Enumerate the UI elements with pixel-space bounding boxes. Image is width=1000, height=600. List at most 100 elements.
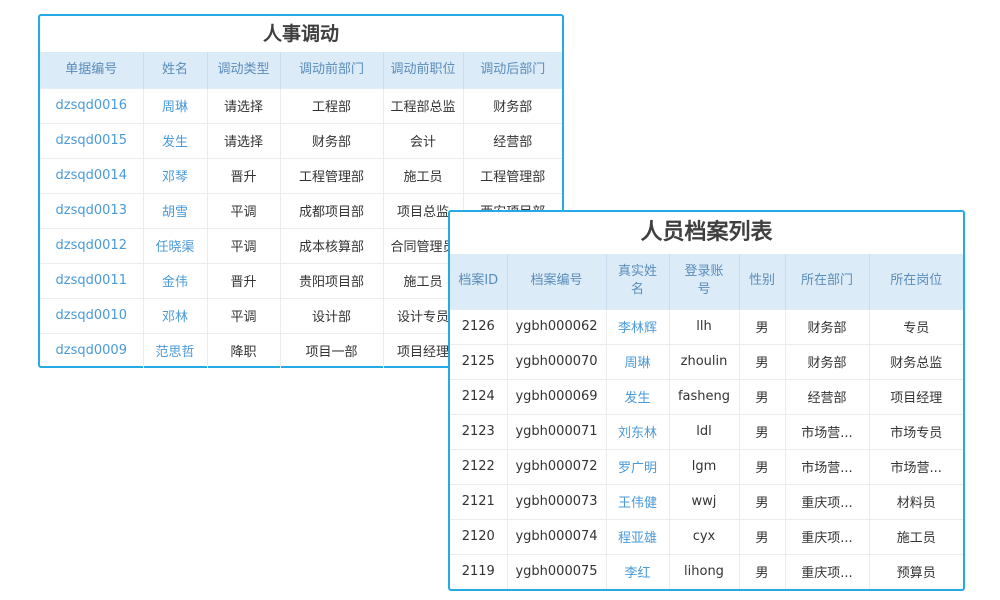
cell: 项目经理 bbox=[869, 379, 963, 414]
link-cell[interactable]: 周琳 bbox=[143, 88, 207, 123]
cell: lihong bbox=[669, 554, 739, 589]
link-cell[interactable]: 发生 bbox=[606, 379, 669, 414]
link-cell[interactable]: dzsqd0014 bbox=[40, 158, 143, 193]
cell: lgm bbox=[669, 449, 739, 484]
table-row: 2124ygbh000069发生fasheng男经营部项目经理 bbox=[450, 379, 963, 414]
cell: 平调 bbox=[207, 228, 280, 263]
cell: 晋升 bbox=[207, 263, 280, 298]
table-row: dzsqd0015发生请选择财务部会计经营部 bbox=[40, 123, 562, 158]
link-cell[interactable]: 程亚雄 bbox=[606, 519, 669, 554]
cell: 市场专员 bbox=[869, 414, 963, 449]
cell: 工程部 bbox=[280, 88, 383, 123]
cell: 经营部 bbox=[463, 123, 562, 158]
column-header-label: 姓名 bbox=[162, 62, 188, 77]
column-header: 档案编号 bbox=[507, 254, 606, 309]
cell: 成本核算部 bbox=[280, 228, 383, 263]
cell: 经营部 bbox=[785, 379, 869, 414]
column-header-label: 调动前部门 bbox=[299, 62, 364, 77]
link-cell[interactable]: 胡雪 bbox=[143, 193, 207, 228]
column-header-label: 登录账号 bbox=[684, 263, 725, 299]
cell: 2121 bbox=[450, 484, 507, 519]
cell: ygbh000074 bbox=[507, 519, 606, 554]
link-cell[interactable]: dzsqd0009 bbox=[40, 333, 143, 368]
cell: wwj bbox=[669, 484, 739, 519]
cell: 2120 bbox=[450, 519, 507, 554]
cell: 男 bbox=[739, 484, 785, 519]
table-row: 2126ygbh000062李林辉llh男财务部专员 bbox=[450, 309, 963, 344]
column-header-label: 调动类型 bbox=[217, 62, 269, 77]
table-row: 2122ygbh000072罗广明lgm男市场营...市场营... bbox=[450, 449, 963, 484]
link-cell[interactable]: 王伟健 bbox=[606, 484, 669, 519]
link-cell[interactable]: dzsqd0012 bbox=[40, 228, 143, 263]
cell: 重庆项... bbox=[785, 554, 869, 589]
cell: 男 bbox=[739, 414, 785, 449]
table-row: 2119ygbh000075李红lihong男重庆项...预算员 bbox=[450, 554, 963, 589]
link-cell[interactable]: 金伟 bbox=[143, 263, 207, 298]
link-cell[interactable]: 任晓渠 bbox=[143, 228, 207, 263]
cell: 2124 bbox=[450, 379, 507, 414]
cell: 男 bbox=[739, 344, 785, 379]
cell: llh bbox=[669, 309, 739, 344]
link-cell[interactable]: 罗广明 bbox=[606, 449, 669, 484]
cell: 男 bbox=[739, 309, 785, 344]
link-cell[interactable]: dzsqd0010 bbox=[40, 298, 143, 333]
cell: 2119 bbox=[450, 554, 507, 589]
column-header-label: 调动后部门 bbox=[480, 62, 545, 77]
archive-table-card: 人员档案列表 档案ID档案编号真实姓名登录账号性别所在部门所在岗位2126ygb… bbox=[448, 210, 965, 591]
link-cell[interactable]: dzsqd0015 bbox=[40, 123, 143, 158]
column-header-label: 调动前职位 bbox=[390, 62, 455, 77]
archive-table: 档案ID档案编号真实姓名登录账号性别所在部门所在岗位2126ygbh000062… bbox=[450, 254, 963, 589]
cell: 平调 bbox=[207, 193, 280, 228]
link-cell[interactable]: 李林辉 bbox=[606, 309, 669, 344]
column-header: 调动类型 bbox=[207, 52, 280, 88]
cell: ygbh000070 bbox=[507, 344, 606, 379]
cell: 施工员 bbox=[869, 519, 963, 554]
cell: 施工员 bbox=[383, 158, 463, 193]
cell: 财务部 bbox=[785, 344, 869, 379]
header-row: 单据编号 姓名 调动类型 调动前部门 调动前职位 调动后部门 bbox=[40, 52, 562, 88]
link-cell[interactable]: 李红 bbox=[606, 554, 669, 589]
link-cell[interactable]: dzsqd0016 bbox=[40, 88, 143, 123]
link-cell[interactable]: 范思哲 bbox=[143, 333, 207, 368]
cell: ygbh000069 bbox=[507, 379, 606, 414]
link-cell[interactable]: 周琳 bbox=[606, 344, 669, 379]
link-cell[interactable]: 发生 bbox=[143, 123, 207, 158]
cell: 市场营... bbox=[869, 449, 963, 484]
cell: 财务总监 bbox=[869, 344, 963, 379]
column-header-label: 所在岗位 bbox=[890, 273, 942, 288]
column-header: 姓名 bbox=[143, 52, 207, 88]
cell: 平调 bbox=[207, 298, 280, 333]
link-cell[interactable]: 刘东林 bbox=[606, 414, 669, 449]
column-header-label: 档案编号 bbox=[530, 273, 582, 288]
cell: fasheng bbox=[669, 379, 739, 414]
cell: 2122 bbox=[450, 449, 507, 484]
cell: 男 bbox=[739, 379, 785, 414]
link-cell[interactable]: dzsqd0013 bbox=[40, 193, 143, 228]
cell: 预算员 bbox=[869, 554, 963, 589]
cell: 2125 bbox=[450, 344, 507, 379]
cell: 市场营... bbox=[785, 414, 869, 449]
header-row: 档案ID档案编号真实姓名登录账号性别所在部门所在岗位 bbox=[450, 254, 963, 309]
archive-table-title: 人员档案列表 bbox=[450, 212, 963, 254]
cell: ygbh000073 bbox=[507, 484, 606, 519]
column-header-label: 真实姓名 bbox=[617, 263, 658, 299]
cell: cyx bbox=[669, 519, 739, 554]
column-header: 单据编号 bbox=[40, 52, 143, 88]
cell: ygbh000075 bbox=[507, 554, 606, 589]
table-row: dzsqd0016周琳请选择工程部工程部总监财务部 bbox=[40, 88, 562, 123]
link-cell[interactable]: dzsqd0011 bbox=[40, 263, 143, 298]
link-cell[interactable]: 邓琴 bbox=[143, 158, 207, 193]
cell: 2123 bbox=[450, 414, 507, 449]
column-header: 登录账号 bbox=[669, 254, 739, 309]
cell: 男 bbox=[739, 449, 785, 484]
cell: 降职 bbox=[207, 333, 280, 368]
link-cell[interactable]: 邓林 bbox=[143, 298, 207, 333]
cell: 财务部 bbox=[463, 88, 562, 123]
column-header: 调动前部门 bbox=[280, 52, 383, 88]
cell: 重庆项... bbox=[785, 484, 869, 519]
cell: ygbh000071 bbox=[507, 414, 606, 449]
cell: 贵阳项目部 bbox=[280, 263, 383, 298]
column-header-label: 档案ID bbox=[458, 273, 498, 288]
cell: 2126 bbox=[450, 309, 507, 344]
cell: 财务部 bbox=[785, 309, 869, 344]
